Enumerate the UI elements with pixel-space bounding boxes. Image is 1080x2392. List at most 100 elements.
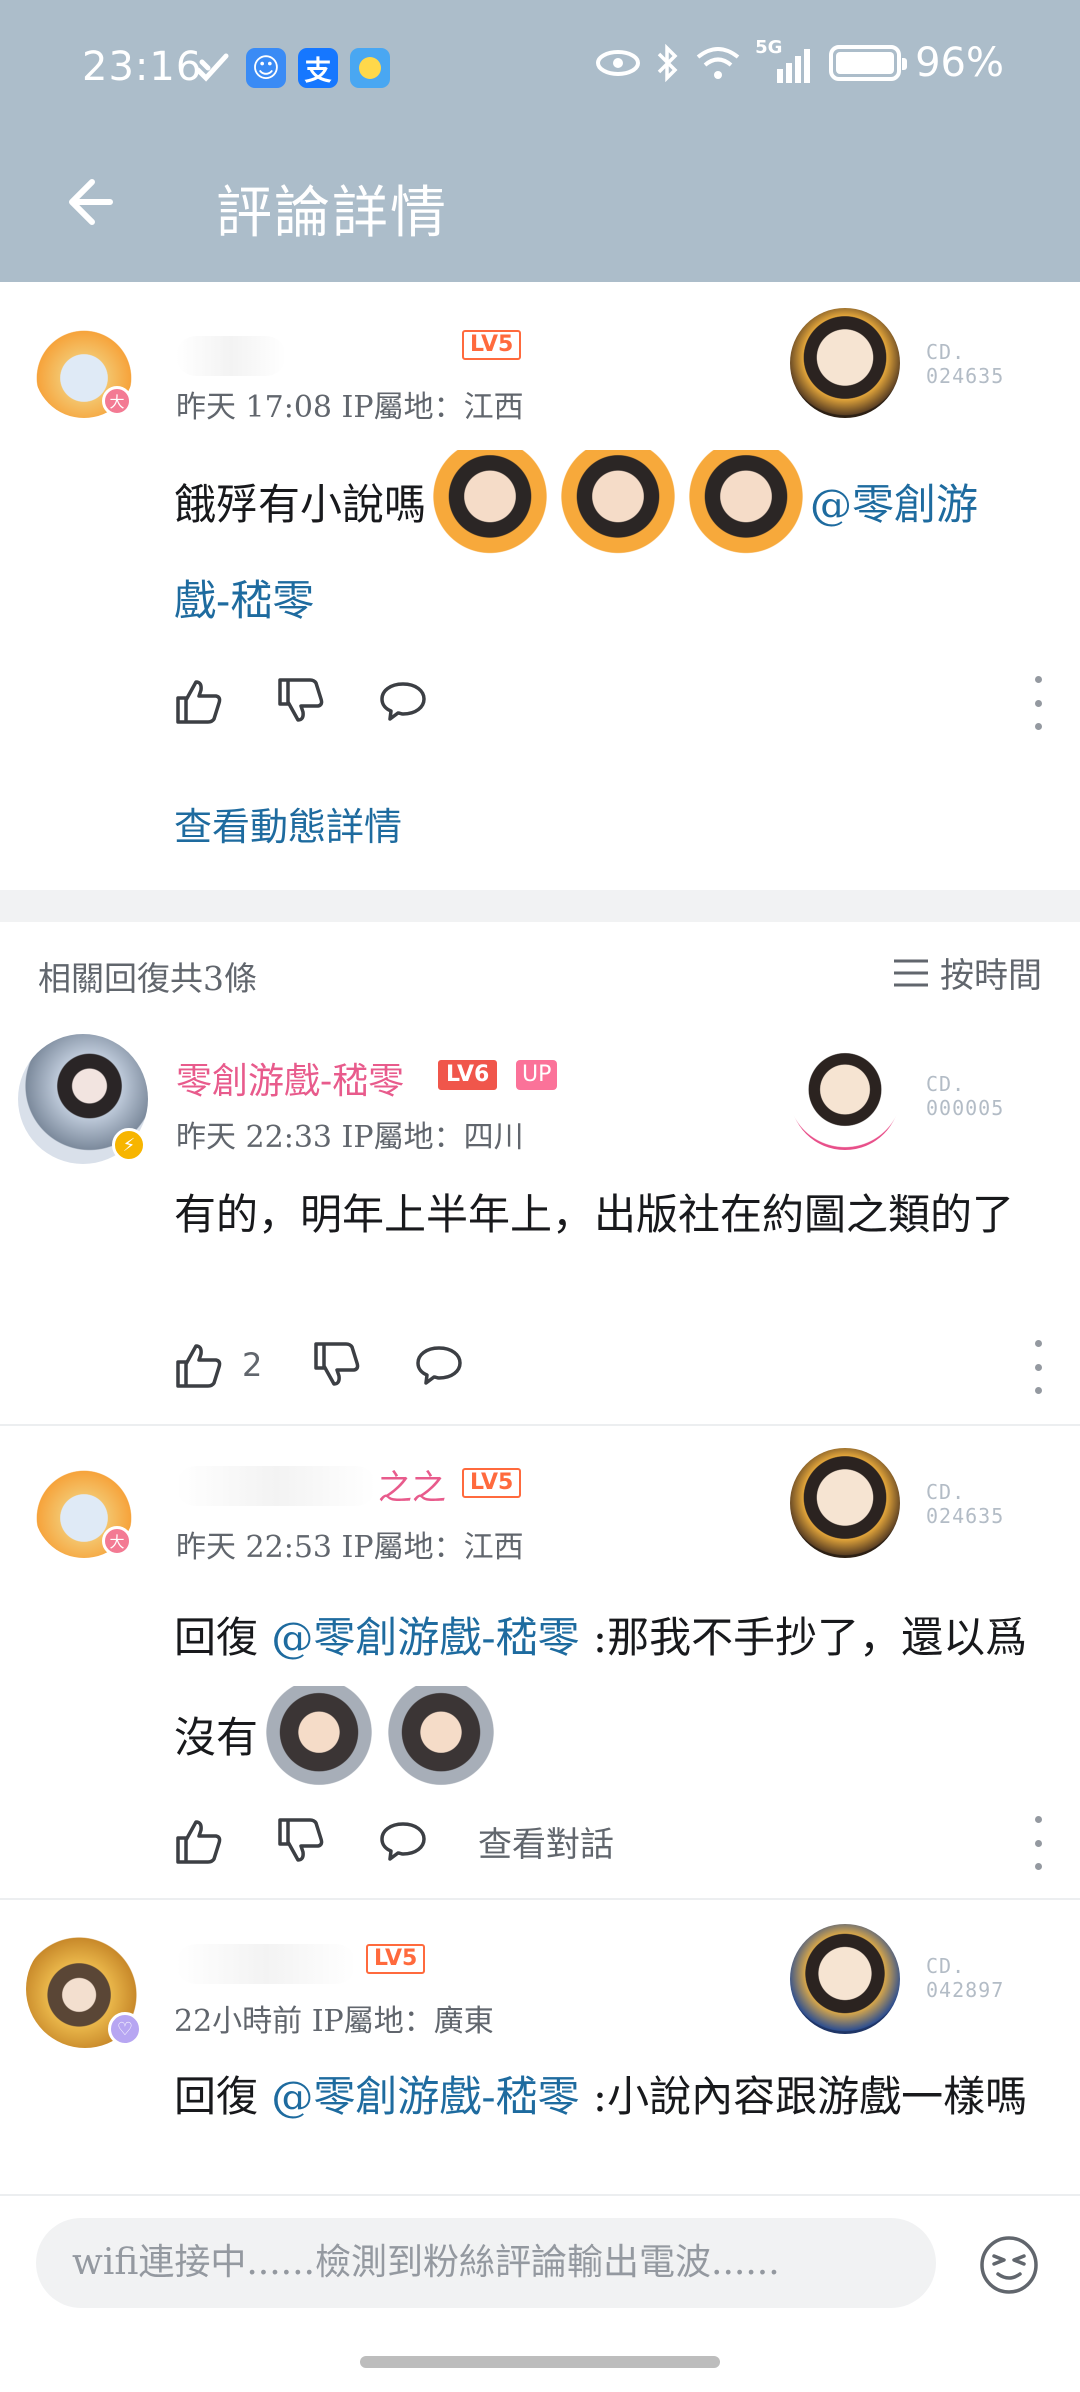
reply-prefix: 回復 bbox=[174, 1613, 272, 1662]
sort-label: 按時間 bbox=[940, 956, 1042, 996]
thumbs-down-icon bbox=[278, 678, 324, 722]
sort-button[interactable]: 按時間 bbox=[892, 948, 1042, 997]
comment-meta: 昨天 22:33 IP屬地：四川 bbox=[176, 1120, 524, 1155]
comment-content: 回復 @零創游戲-嵇零 :那我不手抄了，還以爲沒有 bbox=[174, 1590, 1044, 1796]
comment-meta: 昨天 17:08 IP屬地：江西 bbox=[176, 390, 524, 425]
username-redacted bbox=[176, 336, 286, 376]
avatar[interactable]: 大 bbox=[34, 318, 134, 418]
like-button[interactable]: 2 bbox=[172, 1338, 262, 1392]
fan-medal[interactable] bbox=[790, 1448, 900, 1558]
level-badge: LV5 bbox=[462, 330, 522, 360]
weather-icon bbox=[350, 48, 390, 88]
top-bar: 23:16 ☺ 支 5G 96% 評論詳情 bbox=[0, 0, 1080, 282]
emoji-icon[interactable] bbox=[978, 2234, 1040, 2296]
comment-text: :小說內容跟游戲一樣嗎 bbox=[579, 2072, 1028, 2121]
tiktok-notification-icon bbox=[195, 53, 229, 82]
medal-id: CD. 024635 bbox=[926, 1480, 1005, 1528]
avatar[interactable]: ⚡ bbox=[18, 1034, 148, 1164]
status-right: 5G 96% bbox=[595, 37, 1004, 86]
comment-input[interactable]: wifi連接中......檢測到粉絲評論輸出電波...... bbox=[36, 2218, 936, 2308]
battery-icon bbox=[829, 45, 908, 81]
page-title: 評論詳情 bbox=[216, 181, 448, 246]
header: 評論詳情 bbox=[0, 150, 1080, 260]
reply-prefix: 回復 bbox=[174, 2072, 272, 2121]
comment-text: 有的，明年上半年上，出版社在約圖之類的了 bbox=[174, 1190, 1015, 1239]
replies-count: 相關回復共3條 bbox=[38, 959, 257, 998]
fan-medal[interactable] bbox=[790, 1924, 900, 2034]
comment-actions: 查看對話 bbox=[172, 1814, 662, 1868]
emote-sticker bbox=[264, 1686, 375, 1796]
medal-id: CD. 042897 bbox=[926, 1954, 1005, 2002]
emote-sticker bbox=[688, 450, 805, 566]
reply-button[interactable] bbox=[376, 1814, 430, 1868]
mention-link[interactable]: @零創游戲-嵇零 bbox=[271, 2072, 579, 2121]
reply-button[interactable] bbox=[412, 1338, 466, 1392]
bluetooth-icon bbox=[657, 44, 678, 82]
thumbs-up-icon bbox=[176, 1820, 222, 1864]
battery-percent: 96% bbox=[915, 40, 1004, 86]
divider bbox=[0, 1898, 1080, 1900]
signal-icon: 5G bbox=[755, 37, 815, 83]
fan-medal[interactable] bbox=[790, 308, 900, 418]
comment-actions bbox=[172, 674, 478, 728]
messages-icon: ☺ bbox=[246, 48, 286, 88]
comment-content: 餓殍有小說嗎 @零創游戲-嵇零 bbox=[174, 450, 1034, 636]
level-badge: LV6 bbox=[438, 1060, 498, 1090]
vip-badge-icon: 大 bbox=[102, 1526, 132, 1556]
view-dynamic-link[interactable]: 查看動態詳情 bbox=[174, 796, 402, 851]
thumbs-up-icon bbox=[176, 1344, 222, 1388]
avatar[interactable]: 大 bbox=[34, 1458, 134, 1558]
up-badge: UP bbox=[516, 1060, 558, 1090]
dislike-button[interactable] bbox=[274, 1814, 328, 1868]
dislike-button[interactable] bbox=[274, 674, 328, 728]
back-arrow-icon[interactable] bbox=[52, 170, 116, 234]
heart-badge-icon: ♡ bbox=[108, 2012, 142, 2046]
emote-sticker bbox=[432, 450, 549, 566]
avatar[interactable]: ♡ bbox=[26, 1930, 144, 2048]
divider bbox=[0, 1424, 1080, 1426]
username-redacted bbox=[176, 1944, 356, 1984]
status-bar: 23:16 ☺ 支 5G 96% bbox=[0, 0, 1080, 135]
comment-input-bar: wifi連接中......檢測到粉絲評論輸出電波...... bbox=[0, 2194, 1080, 2392]
emote-sticker bbox=[560, 450, 677, 566]
username-redacted bbox=[176, 1466, 376, 1506]
comment-actions: 2 bbox=[172, 1338, 514, 1392]
home-indicator bbox=[360, 2356, 720, 2368]
eye-icon bbox=[596, 50, 641, 76]
level-badge: LV5 bbox=[366, 1944, 426, 1974]
fan-medal[interactable] bbox=[790, 1040, 900, 1150]
thumbs-down-icon bbox=[314, 1342, 360, 1386]
network-type: 5G bbox=[755, 37, 783, 58]
username[interactable]: 之之 bbox=[378, 1460, 446, 1509]
username[interactable]: 零創游戲-嵇零 bbox=[176, 1052, 404, 1104]
comment-meta: 昨天 22:53 IP屬地：江西 bbox=[176, 1530, 524, 1565]
like-button[interactable] bbox=[172, 674, 226, 728]
sort-lines-icon bbox=[894, 959, 928, 986]
alipay-icon: 支 bbox=[298, 48, 338, 88]
reply-button[interactable] bbox=[376, 674, 430, 728]
comment-bubble-icon bbox=[380, 1822, 426, 1861]
medal-id: CD. 000005 bbox=[926, 1072, 1005, 1120]
comment-bubble-icon bbox=[380, 682, 426, 721]
more-options-icon[interactable] bbox=[1026, 1340, 1050, 1394]
view-conversation-button[interactable]: 查看對話 bbox=[478, 1817, 614, 1866]
like-count: 2 bbox=[242, 1346, 263, 1384]
status-time: 23:16 bbox=[82, 44, 203, 90]
more-options-icon[interactable] bbox=[1026, 1816, 1050, 1870]
mention-link[interactable]: @零創游戲-嵇零 bbox=[271, 1613, 579, 1662]
vip-badge-icon: 大 bbox=[102, 386, 132, 416]
dislike-button[interactable] bbox=[310, 1338, 364, 1392]
like-button[interactable] bbox=[172, 1814, 226, 1868]
thumbs-up-icon bbox=[176, 680, 222, 724]
emote-sticker bbox=[386, 1686, 497, 1796]
lightning-badge-icon: ⚡ bbox=[112, 1128, 146, 1162]
section-divider bbox=[0, 890, 1080, 922]
comment-text: 餓殍有小說嗎 bbox=[174, 480, 427, 529]
comment-content: 回復 @零創游戲-嵇零 :小說內容跟游戲一樣嗎 bbox=[174, 2062, 1044, 2132]
level-badge: LV5 bbox=[462, 1468, 522, 1498]
comment-bubble-icon bbox=[416, 1346, 463, 1385]
medal-id: CD. 024635 bbox=[926, 340, 1005, 388]
comment-meta: 22小時前 IP屬地：廣東 bbox=[174, 2004, 494, 2039]
thumbs-down-icon bbox=[278, 1818, 324, 1862]
more-options-icon[interactable] bbox=[1026, 676, 1050, 730]
